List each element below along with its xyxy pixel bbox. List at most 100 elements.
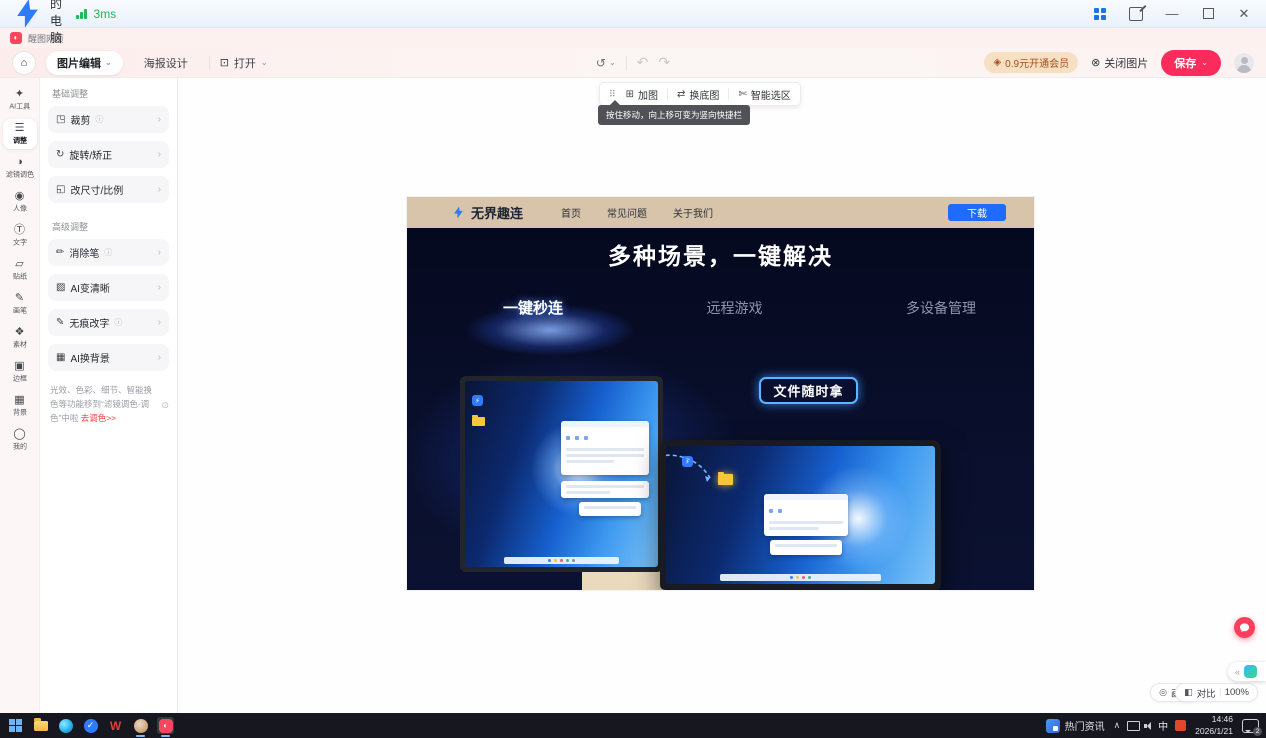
panel-item-crop[interactable]: ◳ 裁剪 ⓘ › xyxy=(48,106,169,133)
remote-float-widget[interactable]: « xyxy=(1228,662,1266,681)
clock[interactable]: 14:46 2026/1/21 xyxy=(1195,714,1233,736)
edited-image[interactable]: 无界趣连 首页 常见问题 关于我们 下载 多种场景，一键解决 一键秒连 远程游戏… xyxy=(407,197,1034,590)
explorer-window xyxy=(561,421,649,475)
app-w-button[interactable]: W xyxy=(107,717,124,734)
compare-button[interactable]: ◧ 对比 100% xyxy=(1175,683,1258,702)
speaker-tray-icon[interactable] xyxy=(1147,722,1151,730)
open-label: 打开 xyxy=(234,55,256,71)
drag-handle[interactable]: ⠿ xyxy=(609,89,617,100)
close-button[interactable]: ✕ xyxy=(1226,0,1262,28)
edge-browser-button[interactable] xyxy=(57,717,74,734)
avatar[interactable] xyxy=(1234,53,1254,73)
undo-button[interactable]: ↶ xyxy=(637,54,649,71)
windows-taskbar: ✓ W ◐ 热门资讯 ∧ 中 14:46 2026/1/21 2 xyxy=(0,713,1266,738)
app-check-button[interactable]: ✓ xyxy=(82,717,99,734)
sidebar-item-ai-tools[interactable]: ✦AI工具 xyxy=(3,85,37,115)
sidebar-item-label: 背景 xyxy=(12,407,26,417)
app-face-button[interactable] xyxy=(132,717,149,734)
left-monitor: ⚡ xyxy=(460,376,663,572)
widgets-icon xyxy=(1046,719,1060,733)
display-tray-icon[interactable] xyxy=(1127,721,1140,731)
small-window xyxy=(561,481,649,498)
tab-photo-edit[interactable]: 图片编辑⌄ xyxy=(46,51,123,75)
xingtu-taskbar-button[interactable]: ◐ xyxy=(157,717,174,734)
open-button[interactable]: ⊡ 打开 ⌄ xyxy=(220,55,268,71)
face-icon xyxy=(134,719,148,733)
sidebar-item-filters[interactable]: ◑滤镜调色 xyxy=(3,153,37,183)
app-titlebar: ◐ 醒图网页 xyxy=(0,28,1266,48)
sidebar-item-material[interactable]: ❖素材 xyxy=(3,323,37,353)
file-explorer-button[interactable] xyxy=(32,717,49,734)
add-image-button[interactable]: ⊞ 加图 xyxy=(626,87,658,102)
notification-button[interactable]: 2 xyxy=(1242,719,1259,733)
sidebar-item-label: 贴纸 xyxy=(12,271,26,281)
panel-item-text-edit[interactable]: ✎ 无痕改字 ⓘ › xyxy=(48,309,169,336)
left-monitor-screen: ⚡ xyxy=(465,381,658,567)
save-button[interactable]: 保存⌄ xyxy=(1161,50,1221,76)
sidebar-item-text[interactable]: Ⓣ文字 xyxy=(3,221,37,251)
panel-item-ai-background[interactable]: ▦ AI换背景 › xyxy=(48,344,169,371)
sidebar-item-brush[interactable]: ✎画笔 xyxy=(3,289,37,319)
diamond-icon: ◈ xyxy=(993,57,1001,68)
panel-item-ai-sharpen[interactable]: ▨ AI变清晰 › xyxy=(48,274,169,301)
ai-background-icon: ▦ xyxy=(56,352,65,363)
info-icon: ⓘ xyxy=(104,247,112,258)
sidebar-item-mine[interactable]: ◯我的 xyxy=(3,425,37,455)
feedback-chat-button[interactable] xyxy=(1234,617,1255,638)
home-button[interactable]: ⌂ xyxy=(12,51,36,75)
sidebar-item-portrait[interactable]: ◉人像 xyxy=(3,187,37,217)
sidebar-item-label: 素材 xyxy=(12,339,26,349)
windows-start-icon xyxy=(9,719,23,733)
ime-indicator[interactable]: 中 xyxy=(1158,718,1168,733)
chevron-down-icon: ⌄ xyxy=(609,58,616,67)
sidebar-item-label: 滤镜调色 xyxy=(5,169,33,179)
chat-bubble-icon xyxy=(1239,622,1250,633)
panel-item-rotate[interactable]: ↻ 旋转/矫正 › xyxy=(48,141,169,168)
go-to-color-link[interactable]: 去调色>> xyxy=(81,413,116,423)
sidebar-item-background[interactable]: ▦背景 xyxy=(3,391,37,421)
minimize-button[interactable]: — xyxy=(1154,0,1190,28)
sidebar-item-adjust[interactable]: ☰调整 xyxy=(3,119,37,149)
ai-tools-icon: ✦ xyxy=(15,89,24,100)
member-badge[interactable]: ◈ 0.9元开通会员 xyxy=(984,52,1078,73)
smart-select-button[interactable]: ✄ 智能选区 xyxy=(738,87,790,102)
site-logo-icon xyxy=(452,205,465,220)
remote-app-logo-icon xyxy=(1244,665,1257,678)
compose-button[interactable] xyxy=(1118,0,1154,28)
main-toolbar: ⌂ 图片编辑⌄ 海报设计 ⊡ 打开 ⌄ ↺⌄ ↶ ↷ ◈ 0.9元开通会员 ⊗ … xyxy=(0,48,1266,78)
sidebar-item-border[interactable]: ▣边框 xyxy=(3,357,37,387)
panel-item-label: 改尺寸/比例 xyxy=(70,182,123,197)
site-download-button: 下载 xyxy=(948,204,1006,221)
hero-tab-quick-connect: 一键秒连 xyxy=(503,297,563,318)
zoom-level[interactable]: 100% xyxy=(1225,687,1249,698)
history-button[interactable]: ↺⌄ xyxy=(596,56,616,70)
tray-app-icon[interactable] xyxy=(1175,720,1186,731)
apps-grid-button[interactable] xyxy=(1082,0,1118,28)
hidden-icons-button[interactable]: ∧ xyxy=(1114,720,1121,731)
collapse-arrow-icon: « xyxy=(1235,667,1240,677)
sidebar-item-label: 边框 xyxy=(12,373,26,383)
panel-item-resize[interactable]: ◱ 改尺寸/比例 › xyxy=(48,176,169,203)
lightning-logo-icon xyxy=(12,0,43,29)
close-image-button[interactable]: ⊗ 关闭图片 xyxy=(1091,55,1148,71)
replace-base-button[interactable]: ⇄ 换底图 xyxy=(677,87,719,102)
divider xyxy=(667,88,668,100)
nav-home: 首页 xyxy=(561,205,581,220)
maximize-button[interactable] xyxy=(1190,0,1226,28)
tab-poster-design[interactable]: 海报设计 xyxy=(133,51,199,75)
start-button[interactable] xyxy=(7,717,24,734)
site-brand: 无界趣连 xyxy=(452,203,523,222)
drag-tooltip: 按住移动，向上移可变为竖向快捷栏 xyxy=(598,105,750,125)
text-icon: Ⓣ xyxy=(14,225,25,236)
ai-sharpen-icon: ▨ xyxy=(56,282,65,293)
site-brand-name: 无界趣连 xyxy=(471,203,523,222)
panel-item-eraser[interactable]: ✏ 消除笔 ⓘ › xyxy=(48,239,169,266)
help-icon: ⊙ xyxy=(161,398,169,413)
picture-icon: ⊡ xyxy=(220,56,229,69)
sidebar-item-sticker[interactable]: ▱贴纸 xyxy=(3,255,37,285)
swap-icon: ⇄ xyxy=(677,89,685,100)
redo-button[interactable]: ↷ xyxy=(658,54,670,71)
divider xyxy=(209,56,210,70)
widgets-button[interactable]: 热门资讯 xyxy=(1046,718,1105,733)
check-icon: ✓ xyxy=(84,719,98,733)
